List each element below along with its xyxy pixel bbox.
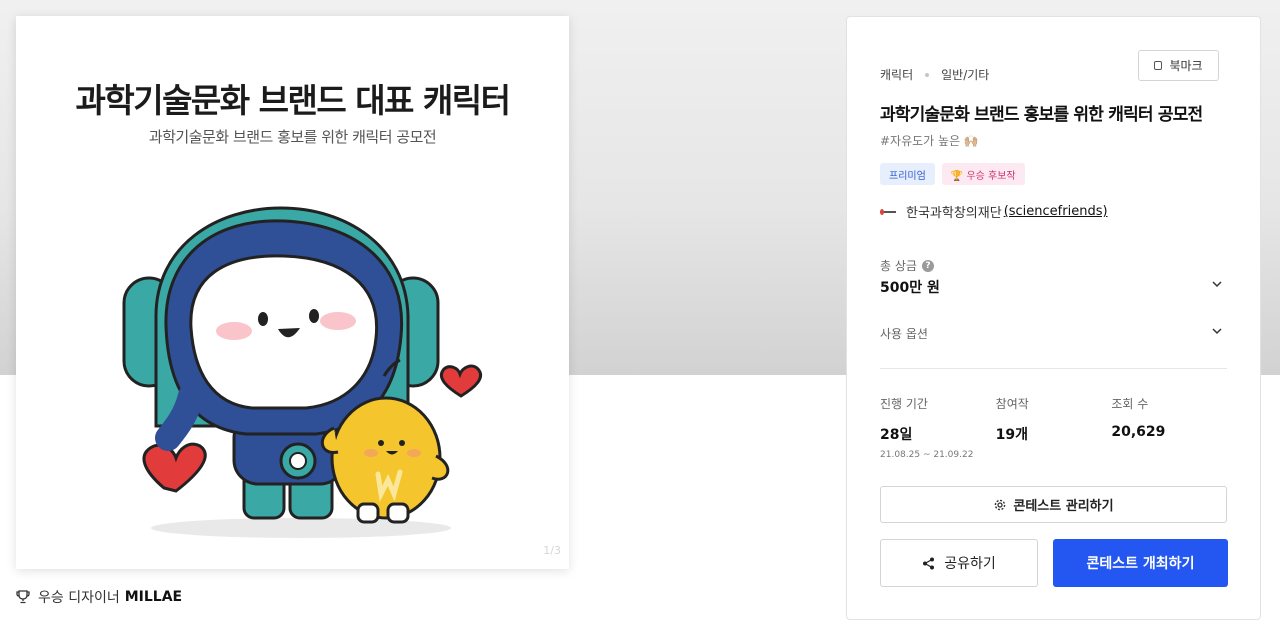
manage-contest-button[interactable]: 콘테스트 관리하기 [880,486,1227,523]
help-icon[interactable]: ? [921,259,934,272]
stat-period-value: 28일 [880,427,913,443]
stat-views-value: 20,629 [1111,424,1166,440]
total-prize-label: 총 상금 ? [880,257,934,274]
total-prize-value: 500만 원 [880,280,940,296]
organizer[interactable]: 한국과학창의재단 (sciencefriends) [880,202,1108,221]
share-button[interactable]: 공유하기 [880,539,1038,587]
winner-candidate-badge: 🏆 우승 후보작 [941,163,1025,185]
share-label: 공유하기 [944,556,996,572]
character-illustration [122,206,483,538]
contest-hashtag: #자유도가 높은 🙌🏼 [880,134,979,148]
winner-name[interactable]: MILLAE [125,589,182,605]
winner-label: 우승 디자이너 [38,590,120,606]
breadcrumb-subcategory[interactable]: 일반/기타 [941,66,989,83]
host-contest-button[interactable]: 콘테스트 개최하기 [1053,539,1228,587]
chevron-down-icon[interactable] [1211,325,1223,337]
stat-views-label: 조회 수 [1111,397,1149,411]
chevron-down-icon[interactable] [1211,278,1223,290]
hero-title: 과학기술문화 브랜드 대표 캐릭터 [75,81,511,120]
organizer-handle[interactable]: (sciencefriends) [1004,204,1108,219]
winner-designer: 우승 디자이너 MILLAE [16,587,182,607]
breadcrumb: 캐릭터 일반/기타 [880,66,989,83]
trophy-icon [16,590,30,604]
usage-option-label: 사용 옵션 [880,327,928,341]
stat-period: 진행 기간 28일 21.08.25 ~ 21.09.22 [880,395,996,460]
stat-entries: 참여작 19개 [996,395,1112,460]
breadcrumb-category[interactable]: 캐릭터 [880,66,913,83]
contest-info-panel: 캐릭터 일반/기타 북마크 과학기술문화 브랜드 홍보를 위한 캐릭터 공모전 … [846,16,1261,620]
bookmark-label: 북마크 [1169,59,1203,73]
stat-views: 조회 수 20,629 [1111,395,1227,460]
manage-contest-label: 콘테스트 관리하기 [1013,499,1114,514]
hero-subtitle: 과학기술문화 브랜드 홍보를 위한 캐릭터 공모전 [148,128,437,146]
bookmark-button[interactable]: 북마크 [1138,50,1219,81]
organizer-logo-icon [880,208,896,215]
organizer-name: 한국과학창의재단 [906,206,1002,221]
share-icon [923,557,935,569]
hero-image-card[interactable]: 과학기술문화 브랜드 대표 캐릭터 과학기술문화 브랜드 홍보를 위한 캐릭터 … [16,16,569,569]
stat-period-label: 진행 기간 [880,397,928,411]
host-contest-label: 콘테스트 개최하기 [1086,556,1195,572]
stat-period-range: 21.08.25 ~ 21.09.22 [880,450,974,460]
image-page-indicator: 1/3 [543,544,561,557]
contest-stats: 진행 기간 28일 21.08.25 ~ 21.09.22 참여작 19개 조회… [880,395,1227,460]
contest-title: 과학기술문화 브랜드 홍보를 위한 캐릭터 공모전 [880,105,1203,125]
total-prize-label-text: 총 상금 [880,259,917,273]
stat-entries-label: 참여작 [995,397,1029,411]
premium-badge: 프리미엄 [880,163,935,185]
breadcrumb-separator [925,72,930,77]
gear-icon [995,499,1006,510]
badge-row: 프리미엄 🏆 우승 후보작 [880,163,1032,185]
divider [880,368,1227,369]
stat-entries-value: 19개 [995,427,1029,443]
bookmark-icon [1154,61,1163,70]
